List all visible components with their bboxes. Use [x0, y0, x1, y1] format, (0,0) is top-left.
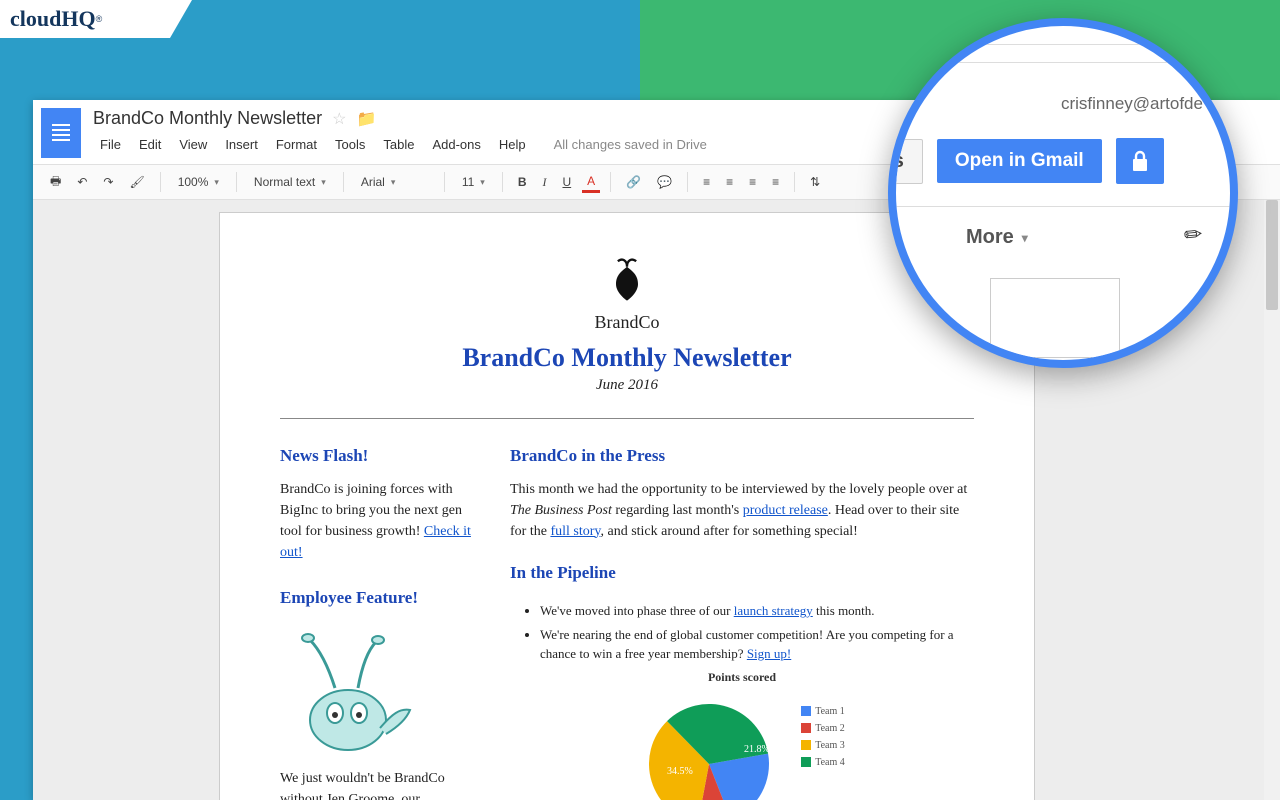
bold-icon[interactable]: B	[513, 172, 532, 192]
paint-format-icon[interactable]: 🖌	[124, 172, 149, 192]
svg-text:21.8%: 21.8%	[744, 744, 770, 755]
full-story-link[interactable]: full story	[550, 524, 600, 539]
launch-strategy-link[interactable]: launch strategy	[734, 603, 813, 618]
scrollbar-thumb[interactable]	[1266, 200, 1278, 310]
redo-icon[interactable]: ↷	[98, 172, 118, 192]
sign-up-link[interactable]: Sign up!	[747, 646, 791, 661]
pipeline-item: We've moved into phase three of our laun…	[540, 601, 974, 621]
blank-panel	[990, 278, 1120, 358]
menu-table[interactable]: Table	[376, 135, 421, 154]
account-email[interactable]: crisfinney@artofde	[1061, 94, 1212, 114]
align-left-icon[interactable]: ≡	[698, 172, 715, 192]
save-status: All changes saved in Drive	[547, 135, 714, 154]
employee-image	[280, 628, 425, 758]
divider	[280, 418, 974, 419]
align-right-icon[interactable]: ≡	[744, 172, 761, 192]
pipeline-item: We're nearing the end of global customer…	[540, 625, 974, 664]
menu-format[interactable]: Format	[269, 135, 324, 154]
chart: Points scored 21.8%34.5% Team 1Team 2Tea…	[510, 668, 974, 786]
link-icon[interactable]: 🔗	[621, 172, 646, 192]
magnifier-callout: crisfinney@artofde ments Open in Gmail M…	[888, 18, 1238, 368]
align-center-icon[interactable]: ≡	[721, 172, 738, 192]
pipeline-heading: In the Pipeline	[510, 560, 974, 586]
svg-text:34.5%: 34.5%	[667, 766, 693, 777]
news-body: BrandCo is joining forces with BigInc to…	[280, 479, 480, 563]
menu-addons[interactable]: Add-ons	[425, 135, 487, 154]
lock-icon	[1130, 150, 1150, 172]
legend-item: Team 4	[801, 755, 845, 770]
employee-body: We just wouldn't be BrandCo without Jen …	[280, 768, 480, 800]
pie-chart: 21.8% 34.5%	[639, 704, 779, 786]
menu-tools[interactable]: Tools	[328, 135, 372, 154]
folder-icon[interactable]: 📁	[356, 109, 376, 129]
news-heading: News Flash!	[280, 443, 480, 469]
press-heading: BrandCo in the Press	[510, 443, 974, 469]
font-dropdown[interactable]: Arial	[354, 172, 434, 192]
more-dropdown[interactable]: More	[966, 226, 1028, 249]
menu-bar: File Edit View Insert Format Tools Table…	[93, 135, 714, 154]
legend-item: Team 2	[801, 721, 845, 736]
press-body: This month we had the opportunity to be …	[510, 479, 974, 542]
menu-insert[interactable]: Insert	[218, 135, 265, 154]
style-dropdown[interactable]: Normal text	[247, 172, 333, 192]
undo-icon[interactable]: ↶	[72, 172, 92, 192]
comment-icon[interactable]: 💬	[652, 172, 677, 192]
star-icon[interactable]: ☆	[332, 109, 346, 129]
print-icon[interactable]: 🖶	[45, 169, 66, 196]
page-date: June 2016	[280, 377, 974, 394]
legend-item: Team 3	[801, 738, 845, 753]
legend-item: Team 1	[801, 704, 845, 719]
zoom-dropdown[interactable]: 100%	[171, 172, 226, 192]
document-title[interactable]: BrandCo Monthly Newsletter	[93, 108, 322, 129]
line-spacing-icon[interactable]: ⇅	[805, 172, 825, 192]
open-in-gmail-button[interactable]: Open in Gmail	[937, 139, 1102, 183]
chart-legend: Team 1 Team 2 Team 3 Team 4	[801, 704, 845, 772]
scrollbar[interactable]	[1264, 200, 1280, 800]
cloudhq-logo-tab: cloudHQ®	[0, 0, 170, 38]
menu-file[interactable]: File	[93, 135, 128, 154]
menu-help[interactable]: Help	[492, 135, 533, 154]
page-title: BrandCo Monthly Newsletter	[280, 343, 974, 373]
pipeline-list: We've moved into phase three of our laun…	[540, 601, 974, 664]
underline-icon[interactable]: U	[557, 172, 576, 192]
product-release-link[interactable]: product release	[743, 503, 828, 518]
fontsize-dropdown[interactable]: 11	[455, 172, 492, 192]
menu-view[interactable]: View	[172, 135, 214, 154]
brandco-name: BrandCo	[280, 312, 974, 333]
italic-icon[interactable]: I	[537, 172, 551, 193]
chart-title: Points scored	[510, 668, 974, 686]
align-justify-icon[interactable]: ≡	[767, 172, 784, 192]
docs-app-icon[interactable]	[41, 108, 81, 158]
share-lock-button[interactable]	[1116, 138, 1164, 184]
cloudhq-logo: cloudHQ	[10, 6, 96, 32]
edit-pencil-icon[interactable]: ✏	[1182, 221, 1203, 249]
text-color-icon[interactable]: A	[582, 172, 600, 193]
brandco-logo-icon	[597, 253, 657, 308]
menu-edit[interactable]: Edit	[132, 135, 168, 154]
employee-heading: Employee Feature!	[280, 585, 480, 611]
